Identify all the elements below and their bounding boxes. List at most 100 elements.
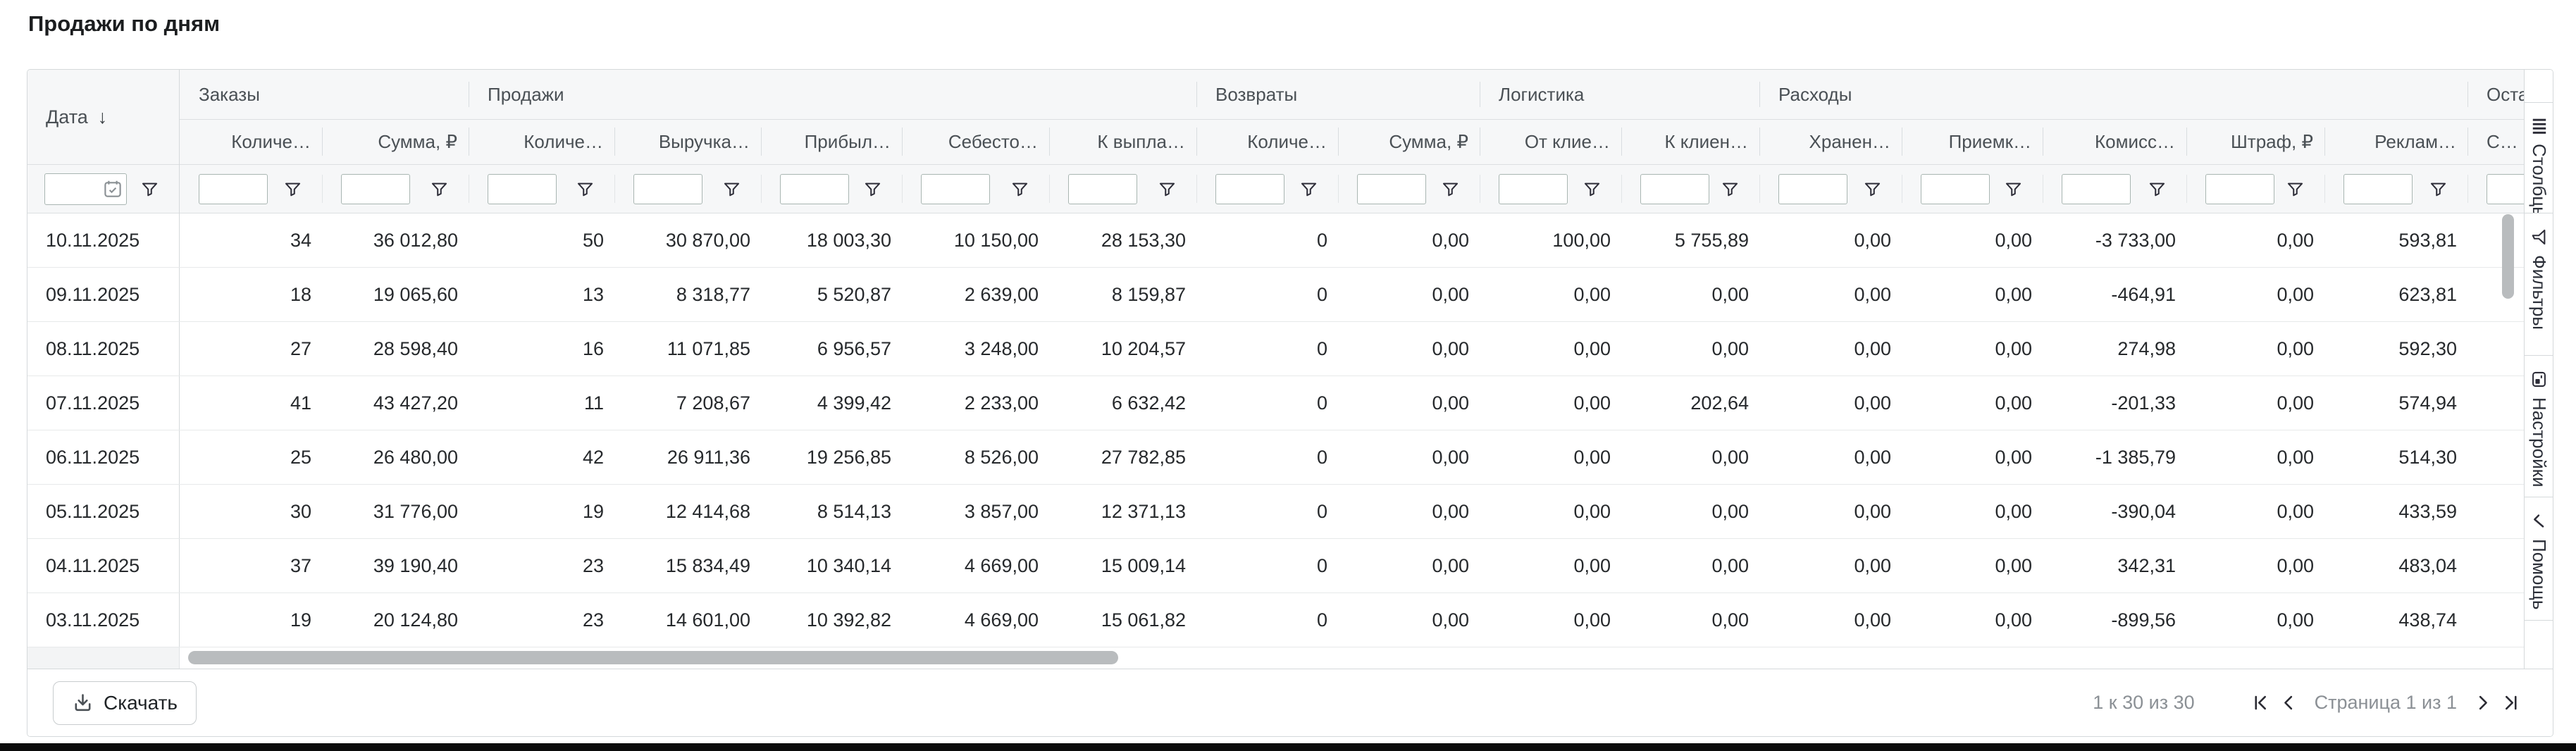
table-row[interactable]: 10.11.20253436 012,805030 870,0018 003,3… <box>27 213 2524 268</box>
column-header[interactable]: Сумма, ₽ <box>1338 119 1480 164</box>
value-cell: 0,00 <box>1480 322 1621 376</box>
filter-input[interactable] <box>488 174 557 204</box>
column-header[interactable]: Приемк… <box>1902 119 2043 164</box>
filter-input[interactable] <box>199 174 268 204</box>
value-cell: 0,00 <box>1480 376 1621 430</box>
filter-input[interactable] <box>1640 174 1709 204</box>
bottom-edge-bar <box>0 743 2576 751</box>
value-cell: 36 012,80 <box>322 213 469 267</box>
value-cell: 0,00 <box>1480 593 1621 647</box>
filter-funnel-icon[interactable] <box>1158 180 1177 199</box>
column-header[interactable]: К клиен… <box>1621 119 1759 164</box>
table-row[interactable]: 07.11.20254143 427,20117 208,674 399,422… <box>27 376 2524 430</box>
value-cell: 0,00 <box>2186 268 2324 321</box>
filter-input[interactable] <box>1215 174 1284 204</box>
filter-funnel-icon[interactable] <box>1863 180 1882 199</box>
calendar-icon[interactable] <box>102 178 123 199</box>
value-cell: 26 480,00 <box>322 430 469 484</box>
filter-funnel-icon[interactable] <box>722 180 741 199</box>
column-header[interactable]: Прибыл… <box>761 119 902 164</box>
filter-funnel-icon[interactable] <box>2004 180 2023 199</box>
value-cell <box>2467 430 2524 484</box>
date-cell: 06.11.2025 <box>27 430 180 484</box>
filter-cell <box>1621 164 1759 213</box>
column-header[interactable]: От клие… <box>1480 119 1621 164</box>
column-header[interactable]: Штраф, ₽ <box>2186 119 2324 164</box>
column-header-label: К клиен… <box>1664 131 1748 153</box>
value-cell: 6 956,57 <box>761 322 902 376</box>
filter-input[interactable] <box>1499 174 1568 204</box>
pagination: 1 к 30 из 30 Страница 1 из 1 <box>2093 689 2525 717</box>
table-row[interactable]: 04.11.20253739 190,402315 834,4910 340,1… <box>27 539 2524 593</box>
horizontal-scrollbar-thumb[interactable] <box>188 651 1118 664</box>
column-header[interactable]: С… <box>2467 119 2524 164</box>
filter-input[interactable] <box>633 174 702 204</box>
tool-tab-help[interactable]: Помощь <box>2525 497 2553 621</box>
prev-page-button[interactable] <box>2275 689 2303 717</box>
value-cell: 4 669,00 <box>902 539 1049 592</box>
tool-tab-label: Фильтры <box>2529 255 2551 330</box>
filter-funnel-icon[interactable] <box>2148 180 2167 199</box>
filter-input[interactable] <box>1068 174 1137 204</box>
value-cell: 0,00 <box>1759 322 1902 376</box>
tool-tab-columns[interactable]: Столбцы <box>2525 103 2553 213</box>
column-header[interactable]: К выпла… <box>1049 119 1196 164</box>
column-header[interactable]: Сумма, ₽ <box>322 119 469 164</box>
download-button[interactable]: Скачать <box>53 681 197 725</box>
column-header[interactable]: Комисс… <box>2043 119 2186 164</box>
table-row[interactable]: 09.11.20251819 065,60138 318,775 520,872… <box>27 268 2524 322</box>
tabstrip-top-cell <box>2525 70 2553 103</box>
filter-input[interactable] <box>780 174 849 204</box>
filter-funnel-icon[interactable] <box>1299 180 1318 199</box>
filter-input[interactable] <box>2343 174 2413 204</box>
column-header[interactable]: Себесто… <box>902 119 1049 164</box>
table-row[interactable]: 05.11.20253031 776,001912 414,688 514,13… <box>27 485 2524 539</box>
filter-funnel-icon[interactable] <box>430 180 449 199</box>
table-row[interactable]: 06.11.20252526 480,004226 911,3619 256,8… <box>27 430 2524 485</box>
filter-input[interactable] <box>1778 174 1847 204</box>
filter-input[interactable] <box>1921 174 1990 204</box>
filter-cell <box>1338 164 1480 213</box>
column-header[interactable]: Количе… <box>469 119 614 164</box>
filter-input[interactable] <box>2487 174 2524 204</box>
filter-funnel-icon[interactable] <box>576 180 595 199</box>
first-page-button[interactable] <box>2247 689 2275 717</box>
filter-funnel-icon[interactable] <box>140 180 159 199</box>
filter-input[interactable] <box>2062 174 2131 204</box>
filter-input[interactable] <box>921 174 990 204</box>
filter-funnel-icon[interactable] <box>1583 180 1602 199</box>
filter-input[interactable] <box>2205 174 2274 204</box>
filter-funnel-icon[interactable] <box>283 180 302 199</box>
vertical-scrollbar-thumb[interactable] <box>2502 214 2514 299</box>
filter-funnel-icon[interactable] <box>2429 180 2448 199</box>
column-header[interactable]: Количе… <box>1196 119 1338 164</box>
tool-tab-filters[interactable]: Фильтры <box>2525 213 2553 356</box>
filter-funnel-icon[interactable] <box>863 180 882 199</box>
column-header[interactable]: Выручка… <box>614 119 761 164</box>
filter-funnel-icon[interactable] <box>2286 180 2305 199</box>
next-page-button[interactable] <box>2468 689 2496 717</box>
value-cell: 11 <box>469 376 614 430</box>
last-page-button[interactable] <box>2496 689 2525 717</box>
table-row[interactable]: 08.11.20252728 598,401611 071,856 956,57… <box>27 322 2524 376</box>
column-header[interactable]: Количе… <box>180 119 322 164</box>
filter-funnel-icon[interactable] <box>1010 180 1029 199</box>
filter-input[interactable] <box>341 174 410 204</box>
table-row[interactable]: 03.11.20251920 124,802314 601,0010 392,8… <box>27 593 2524 647</box>
filter-input[interactable] <box>1357 174 1426 204</box>
value-cell: 34 <box>180 213 322 267</box>
filter-funnel-icon[interactable] <box>1721 180 1740 199</box>
column-header[interactable]: Хранен… <box>1759 119 1902 164</box>
filter-funnel-icon[interactable] <box>1441 180 1460 199</box>
value-cell: 18 003,30 <box>761 213 902 267</box>
date-column-header[interactable]: Дата ↓ <box>27 70 180 164</box>
horizontal-scrollbar[interactable] <box>27 647 2524 669</box>
value-cell: 50 <box>469 213 614 267</box>
column-header[interactable]: Реклам… <box>2324 119 2467 164</box>
sort-desc-icon[interactable]: ↓ <box>98 106 108 128</box>
value-cell: 19 <box>180 593 322 647</box>
column-header-label: Выручка… <box>659 131 750 153</box>
tool-tab-settings[interactable]: Настройки <box>2525 356 2553 497</box>
value-cell: 8 526,00 <box>902 430 1049 484</box>
value-cell: 10 204,57 <box>1049 322 1196 376</box>
